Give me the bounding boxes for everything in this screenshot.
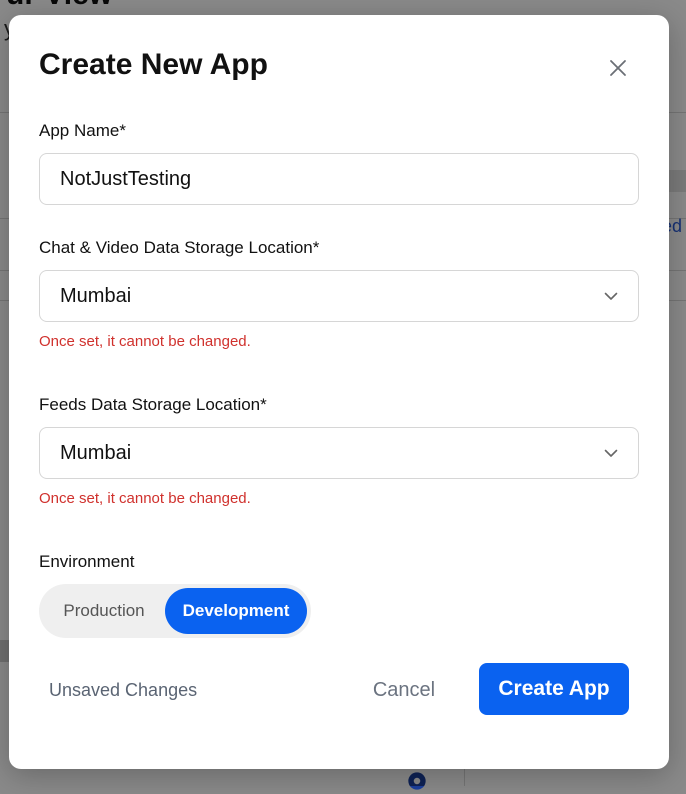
environment-toggle: Production Development (39, 584, 311, 638)
chat-storage-warning: Once set, it cannot be changed. (39, 333, 251, 350)
feeds-storage-label: Feeds Data Storage Location* (39, 395, 267, 414)
chat-storage-select[interactable]: Mumbai (39, 270, 639, 322)
environment-label: Environment (39, 552, 135, 571)
chevron-down-icon (604, 288, 620, 304)
app-name-input[interactable] (40, 154, 638, 204)
cancel-button[interactable]: Cancel (349, 668, 459, 712)
environment-option-development[interactable]: Development (165, 588, 307, 634)
chat-storage-value: Mumbai (60, 284, 132, 307)
feeds-storage-warning: Once set, it cannot be changed. (39, 490, 251, 507)
create-app-modal: Create New App App Name* Chat & Video Da… (9, 15, 669, 769)
close-button[interactable] (605, 55, 631, 81)
close-icon (610, 60, 626, 76)
feeds-storage-select[interactable]: Mumbai (39, 427, 639, 479)
modal-title: Create New App (39, 48, 268, 81)
chevron-down-icon (604, 445, 620, 461)
unsaved-changes-status: Unsaved Changes (49, 680, 198, 700)
environment-option-production[interactable]: Production (43, 588, 165, 634)
app-name-label: App Name* (39, 121, 126, 140)
create-app-button[interactable]: Create App (479, 663, 629, 715)
feeds-storage-value: Mumbai (60, 441, 132, 464)
app-name-field[interactable] (39, 153, 639, 205)
chat-storage-label: Chat & Video Data Storage Location* (39, 238, 320, 257)
